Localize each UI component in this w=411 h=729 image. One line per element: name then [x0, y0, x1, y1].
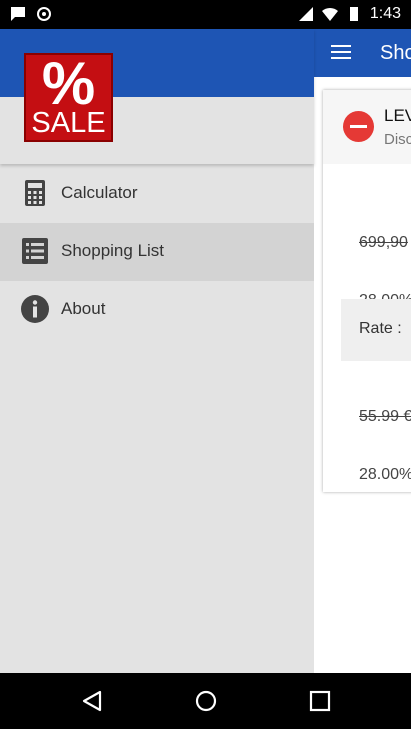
recents-icon[interactable] [308, 689, 332, 713]
nav-item-about[interactable]: About [0, 281, 314, 339]
nav-label-about: About [61, 299, 106, 318]
chat-notification-icon [11, 7, 25, 21]
nav-item-calculator[interactable]: Calculator [0, 165, 314, 223]
home-icon[interactable] [194, 689, 218, 713]
nav-item-shopping-list[interactable]: Shopping List [0, 223, 314, 281]
item-title: LEV [384, 106, 411, 125]
wifi-icon [321, 7, 338, 21]
menu-icon[interactable] [331, 43, 351, 61]
navigation-drawer: % SALE Calculator Shopping List About [0, 29, 314, 673]
rate-percent: 28.00% [359, 466, 411, 483]
rate-row: Rate : [341, 299, 411, 361]
status-bar: 1:43 [0, 0, 411, 29]
sale-text: SALE [31, 107, 106, 139]
cell-signal-icon [298, 7, 313, 21]
discounted-price: 55.99 € [359, 408, 411, 425]
card-header: LEV Disc [323, 90, 411, 164]
calculator-icon [25, 180, 45, 206]
nav-label-calculator: Calculator [61, 183, 138, 202]
system-navigation-bar [0, 673, 411, 729]
sync-notification-icon [37, 7, 51, 21]
info-icon [21, 295, 49, 323]
item-subtitle: Disc [384, 131, 411, 148]
original-price: 699,90 [359, 234, 408, 251]
remove-icon[interactable] [343, 111, 374, 142]
rate-label: Rate : [359, 320, 402, 337]
toolbar-title: Sho [380, 42, 411, 64]
battery-icon [349, 7, 358, 21]
list-icon [22, 238, 48, 264]
drawer-header: % SALE [0, 29, 314, 164]
clock: 1:43 [369, 5, 401, 22]
nav-label-shopping-list: Shopping List [61, 241, 165, 260]
shopping-item-card[interactable]: LEV Disc 699,90 28.00% Rate : 55.99 € 28… [323, 90, 411, 492]
sale-logo: % SALE [24, 50, 113, 142]
back-icon[interactable] [80, 689, 104, 713]
